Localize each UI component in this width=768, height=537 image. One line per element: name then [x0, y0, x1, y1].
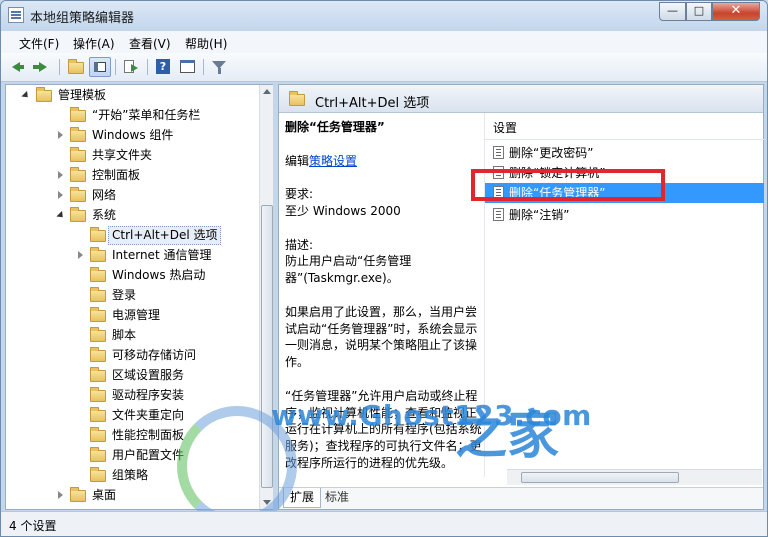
toolbar: ? [1, 53, 767, 82]
forward-icon[interactable] [33, 57, 55, 77]
folder-icon [90, 427, 106, 442]
folder-icon [90, 227, 106, 242]
setting-item[interactable]: 删除“注销” [493, 205, 763, 225]
view-tabs: 扩展 标准 [279, 487, 763, 509]
policy-setting-icon [493, 146, 504, 159]
folder-icon [90, 407, 106, 422]
setting-item[interactable]: 删除“更改密码” [493, 143, 763, 163]
header-divider [485, 139, 764, 140]
menu-bar: 文件(F) 操作(A) 查看(V) 帮助(H) [1, 31, 767, 53]
folder-icon [90, 287, 106, 302]
menu-help[interactable]: 帮助(H) [185, 35, 227, 52]
export-list-icon[interactable] [121, 57, 143, 77]
edit-line: 编辑策略设置 [285, 153, 358, 168]
show-hide-tree-icon[interactable] [89, 57, 111, 77]
folder-icon [289, 91, 305, 106]
column-header-settings[interactable]: 设置 [493, 119, 517, 136]
collapse-arrow-icon[interactable] [58, 491, 63, 499]
properties-icon[interactable] [177, 57, 199, 77]
toolbar-separator [59, 59, 60, 75]
filter-icon[interactable] [209, 57, 231, 77]
folder-icon [90, 247, 106, 262]
policy-setting-icon [493, 208, 504, 221]
scroll-up-icon[interactable] [263, 89, 271, 94]
collapse-arrow-icon[interactable] [58, 171, 63, 179]
back-icon[interactable] [9, 57, 31, 77]
expand-arrow-icon[interactable] [21, 90, 31, 101]
title-bar[interactable]: 本地组策略编辑器 — □ ✕ [1, 1, 767, 29]
folder-icon [70, 167, 86, 182]
folder-icon [70, 187, 86, 202]
folder-icon [90, 447, 106, 462]
description: 描述: 防止用户启动“任务管理器”(Taskmgr.exe)。 [285, 237, 412, 286]
menu-file[interactable]: 文件(F) [19, 35, 59, 52]
toolbar-separator [203, 59, 204, 75]
folder-icon [70, 127, 86, 142]
description-para-1: 如果启用了此设置，那么，当用户尝试启动“任务管理器”时，系统会显示一则消息，说明… [285, 304, 478, 370]
toolbar-separator [115, 59, 116, 75]
details-header: Ctrl+Alt+Del 选项 [279, 85, 763, 113]
status-bar: 4 个设置 [1, 511, 767, 536]
folder-icon [70, 207, 86, 222]
tab-standard[interactable]: 标准 [319, 488, 355, 508]
menu-action[interactable]: 操作(A) [73, 35, 115, 52]
annotation-highlight-box [471, 169, 665, 201]
folder-icon [90, 307, 106, 322]
close-button[interactable]: ✕ [712, 2, 760, 21]
maximize-button[interactable]: □ [686, 2, 712, 21]
collapse-arrow-icon[interactable] [58, 131, 63, 139]
extended-description: 删除“任务管理器” 编辑策略设置 要求: 至少 Windows 2000 描述:… [285, 119, 483, 489]
window-title: 本地组策略编辑器 [30, 11, 135, 26]
folder-icon [90, 327, 106, 342]
edit-policy-link[interactable]: 策略设置 [309, 154, 357, 168]
requirements: 要求: 至少 Windows 2000 [285, 187, 401, 218]
up-folder-icon[interactable] [65, 57, 87, 77]
menu-view[interactable]: 查看(V) [129, 35, 171, 52]
collapse-arrow-icon[interactable] [58, 191, 63, 199]
folder-icon [90, 267, 106, 282]
folder-icon [90, 347, 106, 362]
status-text: 4 个设置 [9, 519, 57, 533]
expand-arrow-icon[interactable] [56, 210, 66, 221]
help-icon[interactable]: ? [153, 57, 175, 77]
gpedit-app-icon [8, 7, 24, 23]
collapse-arrow-icon[interactable] [78, 251, 83, 259]
folder-icon [70, 147, 86, 162]
folder-icon [70, 487, 86, 502]
folder-icon [36, 87, 52, 102]
gpedit-window: 本地组策略编辑器 — □ ✕ 文件(F) 操作(A) 查看(V) 帮助(H) ? [0, 0, 768, 537]
policy-title: 删除“任务管理器” [285, 120, 385, 134]
minimize-button[interactable]: — [659, 2, 686, 21]
folder-icon [70, 107, 86, 122]
folder-icon [90, 367, 106, 382]
list-hscrollbar[interactable] [507, 469, 762, 485]
folder-icon [90, 387, 106, 402]
folder-icon [90, 467, 106, 482]
hscroll-thumb[interactable] [521, 472, 679, 483]
watermark-url: www.Ghost123.com [271, 399, 592, 432]
toolbar-separator [147, 59, 148, 75]
